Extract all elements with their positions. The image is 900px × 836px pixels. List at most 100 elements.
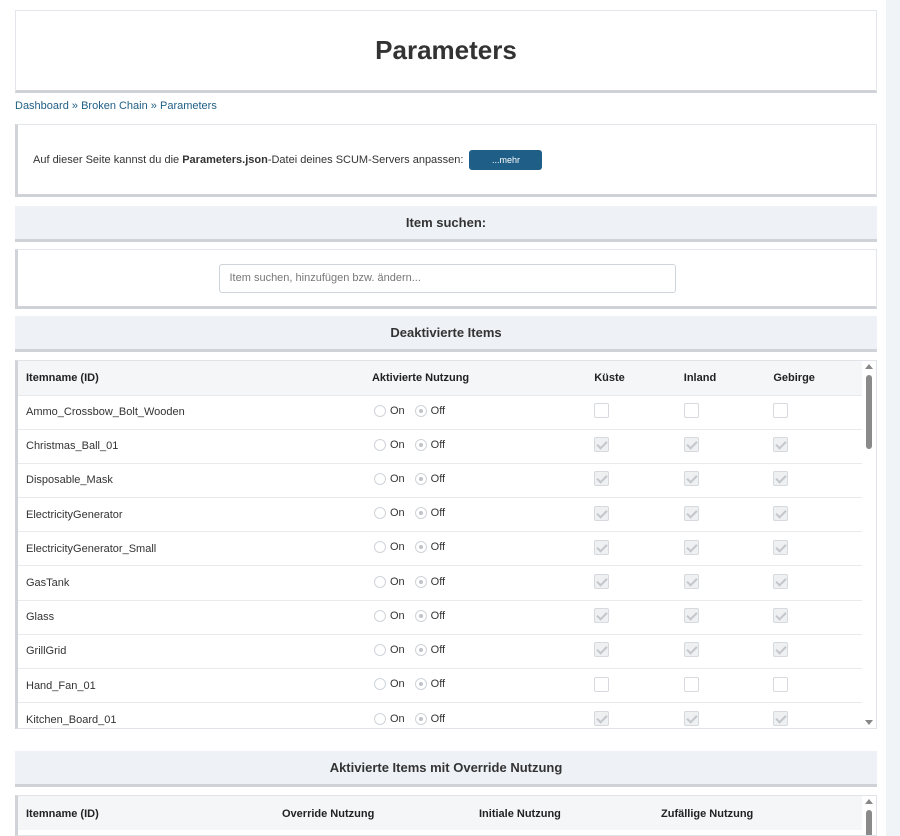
column-header-itemname[interactable]: Itemname (ID)	[18, 361, 354, 395]
radio-off[interactable]	[414, 575, 427, 588]
kueste-checkbox[interactable]	[594, 608, 610, 624]
gebirge-checkbox[interactable]	[773, 574, 789, 590]
radio-off[interactable]	[414, 438, 427, 451]
column-header-usage[interactable]: Aktivierte Nutzung	[354, 361, 594, 395]
scroll-down-icon[interactable]	[865, 720, 873, 725]
radio-on[interactable]	[373, 404, 386, 417]
checkbox-cell	[594, 463, 684, 497]
scroll-up-icon[interactable]	[865, 799, 873, 804]
radio-on-label: On	[389, 541, 405, 554]
kueste-checkbox[interactable]	[594, 676, 610, 692]
radio-on[interactable]	[373, 712, 386, 725]
column-header-itemname[interactable]: Itemname (ID)	[18, 796, 282, 830]
inland-checkbox[interactable]	[683, 437, 699, 453]
radio-on[interactable]	[373, 643, 386, 656]
more-button[interactable]: ...mehr	[469, 149, 543, 170]
gebirge-checkbox[interactable]	[773, 676, 789, 692]
radio-on[interactable]	[373, 507, 386, 520]
radio-off-label: Off	[430, 438, 446, 451]
inland-checkbox[interactable]	[683, 642, 699, 658]
radio-off-label: Off	[430, 404, 446, 417]
breadcrumb-dashboard-link[interactable]: Dashboard	[15, 100, 69, 112]
usage-radio-group: On Off	[354, 532, 594, 566]
scroll-thumb[interactable]	[866, 375, 872, 449]
radio-on[interactable]	[373, 678, 386, 691]
radio-off[interactable]	[414, 541, 427, 554]
kueste-checkbox[interactable]	[594, 505, 610, 521]
radio-on[interactable]	[373, 609, 386, 622]
gebirge-checkbox[interactable]	[773, 505, 789, 521]
gebirge-checkbox[interactable]	[773, 471, 789, 487]
column-header-override-usage[interactable]: Override Nutzung	[282, 796, 479, 830]
inland-checkbox[interactable]	[683, 676, 699, 692]
usage-radio-group: On Off	[354, 463, 594, 497]
gebirge-checkbox[interactable]	[773, 711, 789, 727]
column-header-kueste[interactable]: Küste	[594, 361, 684, 395]
radio-off[interactable]	[414, 712, 427, 725]
kueste-checkbox[interactable]	[594, 437, 610, 453]
radio-on-label: On	[389, 609, 405, 622]
column-header-random-usage[interactable]: Zufällige Nutzung	[661, 796, 863, 830]
scroll-thumb[interactable]	[866, 810, 872, 835]
inland-checkbox[interactable]	[683, 539, 699, 555]
inland-checkbox[interactable]	[683, 505, 699, 521]
kueste-checkbox[interactable]	[594, 403, 610, 419]
usage-radio-group: On Off	[354, 669, 594, 703]
table-header-row: Itemname (ID) Override Nutzung Initiale …	[18, 796, 863, 830]
gebirge-checkbox[interactable]	[773, 437, 789, 453]
radio-on[interactable]	[373, 472, 386, 485]
radio-off[interactable]	[414, 404, 427, 417]
radio-off[interactable]	[414, 609, 427, 622]
inland-checkbox[interactable]	[683, 711, 699, 727]
radio-off[interactable]	[414, 507, 427, 520]
checkbox-cell	[594, 669, 684, 703]
gebirge-checkbox[interactable]	[773, 539, 789, 555]
inland-checkbox[interactable]	[683, 574, 699, 590]
gebirge-checkbox[interactable]	[773, 642, 789, 658]
checkbox-cell	[594, 566, 684, 600]
checkbox-cell	[773, 600, 863, 634]
kueste-checkbox[interactable]	[594, 471, 610, 487]
radio-off[interactable]	[414, 643, 427, 656]
table-row: Disposable_Mask On Off	[18, 463, 863, 497]
item-name: GasTank	[26, 577, 70, 590]
radio-off-label: Off	[430, 712, 446, 725]
kueste-checkbox[interactable]	[594, 539, 610, 555]
table-scrollbar[interactable]	[862, 361, 876, 728]
radio-off[interactable]	[414, 678, 427, 691]
table-row: Ammo_Crossbow_Bolt_Wooden On Off	[18, 395, 863, 429]
column-header-gebirge[interactable]: Gebirge	[773, 361, 863, 395]
radio-on[interactable]	[373, 575, 386, 588]
search-card	[15, 249, 877, 309]
breadcrumb-server-link[interactable]: Broken Chain	[81, 100, 148, 112]
column-header-inland[interactable]: Inland	[684, 361, 774, 395]
item-search-input[interactable]	[218, 263, 676, 293]
gebirge-checkbox[interactable]	[773, 608, 789, 624]
checkbox-cell	[683, 498, 774, 532]
item-name: Hand_Fan_01	[26, 679, 96, 692]
kueste-checkbox[interactable]	[594, 574, 610, 590]
radio-on[interactable]	[373, 541, 386, 554]
usage-radio-group: On Off	[354, 498, 594, 532]
checkbox-cell	[594, 429, 684, 463]
scroll-up-icon[interactable]	[865, 364, 873, 369]
kueste-checkbox[interactable]	[594, 711, 610, 727]
radio-off[interactable]	[414, 472, 427, 485]
kueste-checkbox[interactable]	[594, 642, 610, 658]
inland-checkbox[interactable]	[683, 403, 699, 419]
gebirge-checkbox[interactable]	[773, 403, 789, 419]
column-header-initial-usage[interactable]: Initiale Nutzung	[479, 796, 661, 830]
checkbox-cell	[683, 703, 774, 728]
radio-off-label: Off	[430, 609, 446, 622]
checkbox-cell	[683, 566, 774, 600]
inland-checkbox[interactable]	[683, 608, 699, 624]
breadcrumb-separator: »	[150, 100, 157, 112]
radio-on[interactable]	[373, 438, 386, 451]
checkbox-cell	[594, 395, 684, 429]
usage-radio-group: On Off	[354, 566, 594, 600]
table-row: ElectricityGenerator_Small On Off	[18, 531, 863, 566]
checkbox-cell	[773, 634, 863, 668]
checkbox-cell	[594, 532, 684, 566]
table-scrollbar[interactable]	[862, 796, 876, 835]
inland-checkbox[interactable]	[683, 471, 699, 487]
